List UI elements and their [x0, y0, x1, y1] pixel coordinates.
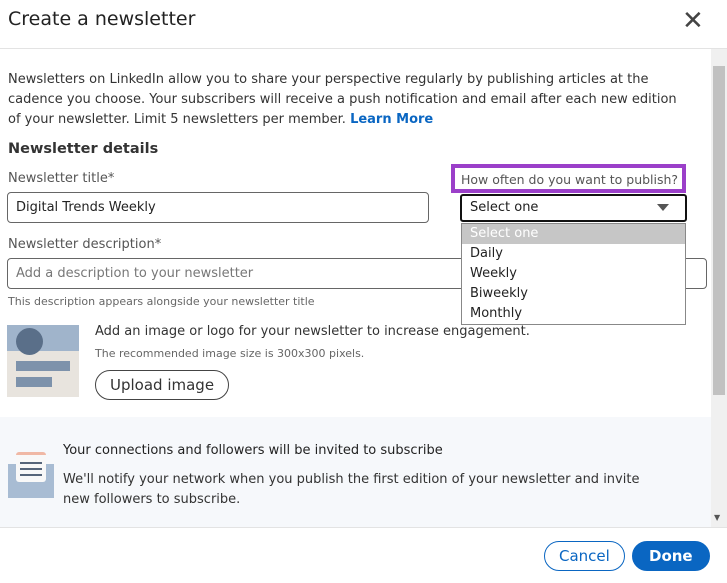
image-placeholder-icon — [7, 325, 79, 397]
frequency-select[interactable]: Select one — [460, 194, 687, 222]
option-weekly[interactable]: Weekly — [462, 264, 685, 284]
invite-text: We'll notify your network when you publi… — [63, 472, 640, 507]
frequency-label: How often do you want to publish? — [451, 164, 686, 193]
divider — [0, 48, 727, 49]
title-label: Newsletter title* — [8, 171, 115, 186]
frequency-options: Select one Daily Weekly Biweekly Monthly — [461, 223, 686, 325]
intro-text: Newsletters on LinkedIn allow you to sha… — [8, 72, 677, 127]
image-text: Add an image or logo for your newsletter… — [95, 324, 530, 339]
newsletter-title-input[interactable]: Digital Trends Weekly — [7, 192, 429, 223]
image-hint: The recommended image size is 300x300 pi… — [95, 347, 365, 360]
scroll-down-icon[interactable]: ▼ — [714, 513, 720, 522]
dialog-title: Create a newsletter — [8, 8, 196, 30]
description-label: Newsletter description* — [8, 237, 162, 252]
divider — [0, 527, 727, 528]
invite-title: Your connections and followers will be i… — [63, 443, 443, 458]
dropdown-arrow-icon — [657, 204, 669, 211]
done-button[interactable]: Done — [632, 541, 710, 571]
option-daily[interactable]: Daily — [462, 244, 685, 264]
cancel-button[interactable]: Cancel — [544, 541, 625, 571]
upload-image-button[interactable]: Upload image — [95, 370, 230, 400]
option-monthly[interactable]: Monthly — [462, 304, 685, 324]
envelope-icon — [8, 450, 54, 498]
scrollbar-thumb[interactable] — [713, 66, 725, 395]
option-biweekly[interactable]: Biweekly — [462, 284, 685, 304]
section-heading: Newsletter details — [8, 141, 159, 157]
description-hint: This description appears alongside your … — [8, 295, 315, 308]
learn-more-link[interactable]: Learn More — [350, 112, 433, 127]
close-icon[interactable]: ✕ — [682, 6, 704, 36]
option-select-one[interactable]: Select one — [462, 224, 685, 244]
